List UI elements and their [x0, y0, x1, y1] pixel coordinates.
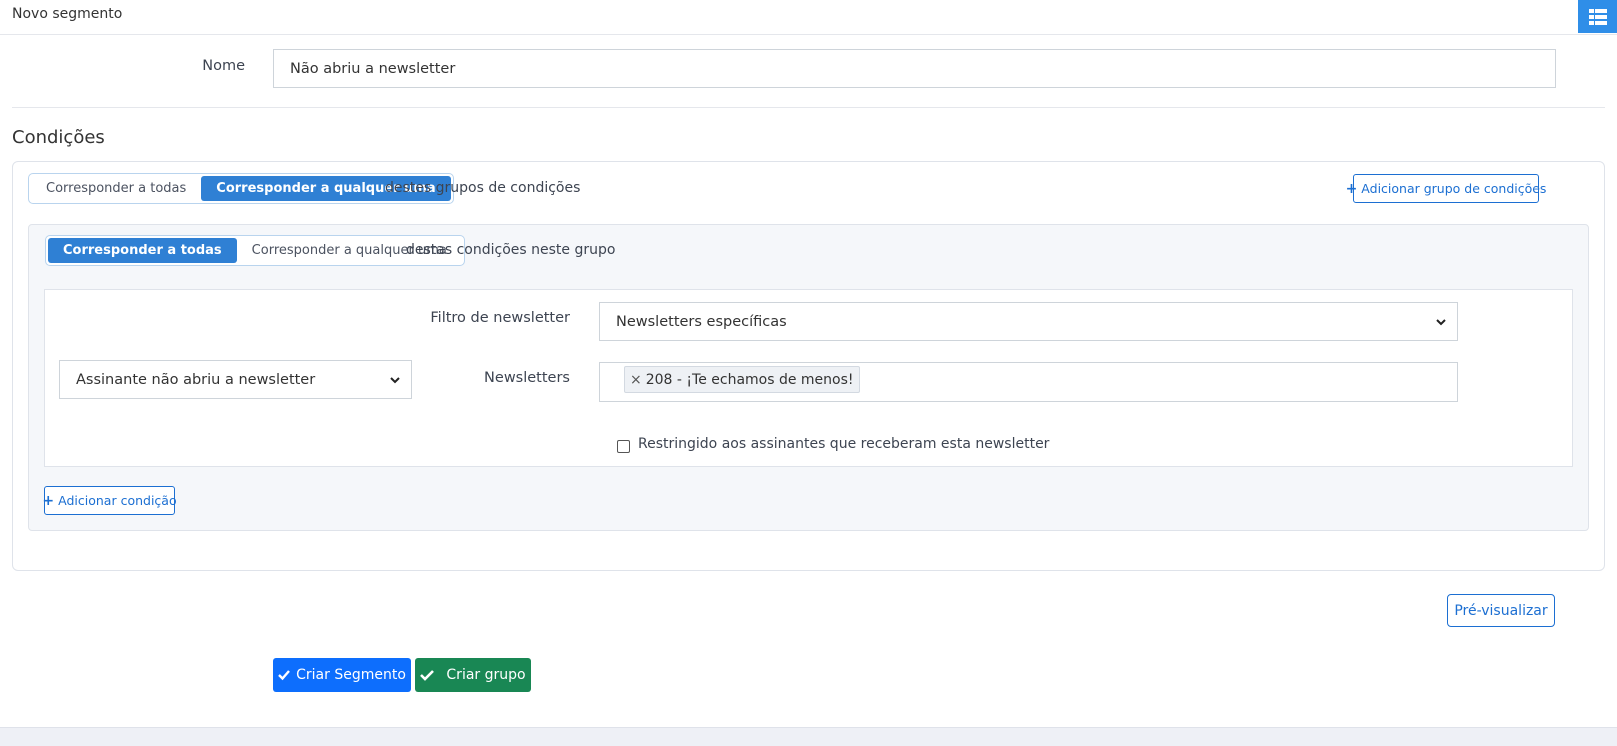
conditions-match-toggle: Corresponder a todas Corresponder a qual… — [45, 235, 465, 266]
conditions-heading: Condições — [12, 127, 105, 148]
filter-label: Filtro de newsletter — [430, 310, 570, 326]
segment-form-panel: Novo segmento Nome Não abriu a newslette… — [0, 0, 1617, 728]
name-input[interactable]: Não abriu a newsletter — [273, 49, 1556, 88]
menu-button[interactable] — [1578, 0, 1617, 33]
top-bar: Novo segmento — [0, 0, 1617, 35]
newsletter-tag: × 208 - ¡Te echamos de menos! — [624, 366, 860, 393]
create-group-label: Criar grupo — [446, 667, 526, 683]
preview-button[interactable]: Pré-visualizar — [1447, 594, 1555, 627]
list-icon — [1588, 8, 1607, 25]
name-label: Nome — [202, 58, 245, 74]
remove-tag-button[interactable]: × — [630, 372, 642, 388]
restrict-checkbox[interactable] — [617, 440, 630, 453]
check-icon — [278, 670, 291, 681]
add-condition-label: Adicionar condição — [58, 493, 177, 508]
divider — [12, 107, 1605, 108]
groups-match-suffix: destes grupos de condições — [385, 180, 581, 196]
newsletters-label: Newsletters — [484, 370, 570, 386]
restrict-label: Restringido aos assinantes que receberam… — [638, 436, 1050, 452]
add-group-label: Adicionar grupo de condições — [1361, 181, 1547, 196]
create-segment-label: Criar Segmento — [296, 667, 406, 683]
chevron-down-icon — [1436, 318, 1446, 325]
add-group-button[interactable]: + Adicionar grupo de condições — [1346, 174, 1546, 203]
newsletter-filter-select[interactable]: Newsletters específicas — [599, 302, 1458, 341]
groups-match-all[interactable]: Corresponder a todas — [31, 176, 201, 201]
plus-icon: + — [42, 492, 55, 509]
newsletter-tag-label: 208 - ¡Te echamos de menos! — [645, 371, 854, 388]
conditions-match-all[interactable]: Corresponder a todas — [48, 238, 237, 263]
condition-type-select[interactable]: Assinante não abriu a newsletter — [59, 360, 412, 399]
create-group-button[interactable]: Criar grupo — [415, 658, 531, 692]
preview-label: Pré-visualizar — [1454, 602, 1548, 619]
name-input-value: Não abriu a newsletter — [290, 60, 456, 77]
create-segment-button[interactable]: Criar Segmento — [273, 658, 411, 692]
conditions-match-suffix: destas condições neste grupo — [406, 242, 616, 258]
plus-icon: + — [1345, 180, 1358, 197]
check-icon — [420, 670, 435, 681]
page-title: Novo segmento — [12, 6, 123, 22]
add-condition-button[interactable]: + Adicionar condição — [42, 486, 177, 515]
newsletter-filter-value: Newsletters específicas — [616, 313, 787, 330]
condition-type-value: Assinante não abriu a newsletter — [76, 371, 316, 388]
